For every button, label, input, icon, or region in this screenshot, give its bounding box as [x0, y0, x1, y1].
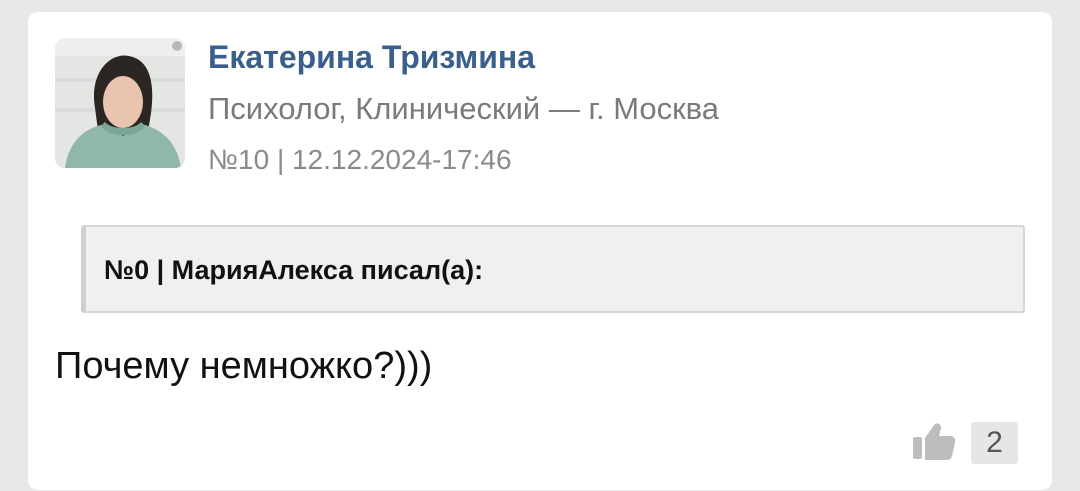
quote-header: №0 | МарияАлекса писал(а):: [104, 255, 484, 285]
like-count: 2: [971, 422, 1018, 464]
author-avatar[interactable]: [55, 38, 185, 168]
message-text: Почему немножко?))): [55, 345, 433, 387]
like-button[interactable]: [910, 417, 958, 465]
author-role: Психолог, Клинический — г. Москва: [208, 91, 720, 126]
quote-block: №0 | МарияАлекса писал(а):: [81, 225, 1025, 313]
author-name-link[interactable]: Екатерина Тризмина: [208, 39, 535, 76]
thumbs-up-icon: [913, 423, 956, 460]
avatar-photo-icon: [55, 38, 185, 168]
post-card: Екатерина Тризмина Психолог, Клинический…: [28, 12, 1052, 490]
post-meta: №10 | 12.12.2024-17:46: [208, 144, 512, 175]
